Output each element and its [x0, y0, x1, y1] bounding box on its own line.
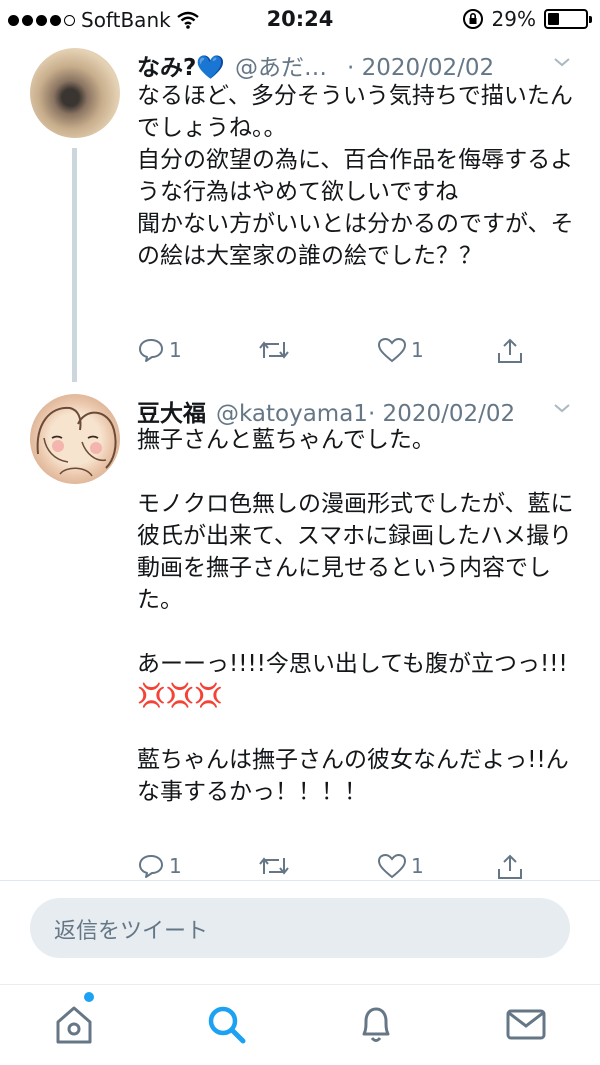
- author-name[interactable]: なみ?💙: [137, 48, 225, 82]
- reply-count: 1: [169, 338, 182, 362]
- reply-icon: [139, 339, 163, 362]
- reply-icon: [139, 855, 163, 878]
- tweet-header: なみ?💙 @あだ… · 2020/02/02: [137, 48, 494, 82]
- divider: [0, 880, 600, 881]
- tweet-2[interactable]: 豆大福 @katoyama1 · 2020/02/02 撫子さんと藍ちゃんでした…: [0, 382, 600, 880]
- avatar-illustration: [36, 406, 117, 477]
- tweet-header: 豆大福 @katoyama1 · 2020/02/02: [137, 394, 515, 428]
- notifications-icon[interactable]: [352, 1000, 400, 1048]
- reply-count: 1: [169, 854, 182, 878]
- retweet-icon: [259, 857, 289, 875]
- retweet-button[interactable]: [257, 852, 291, 880]
- retweet-button[interactable]: [257, 336, 291, 364]
- share-button[interactable]: [495, 852, 525, 882]
- reply-input[interactable]: 返信をツイート: [30, 898, 570, 958]
- chevron-down-icon[interactable]: [552, 398, 572, 418]
- share-button[interactable]: [495, 336, 525, 366]
- tweet-1[interactable]: なみ?💙 @あだ… · 2020/02/02 なるほど、多分そういう気持ちで描い…: [0, 0, 600, 382]
- tweet-date[interactable]: · 2020/02/02: [347, 55, 494, 81]
- avatar[interactable]: [30, 394, 120, 484]
- reply-button[interactable]: 1: [137, 852, 182, 880]
- tweet-actions: 1 1: [137, 336, 537, 368]
- search-icon[interactable]: [202, 1000, 250, 1048]
- retweet-icon: [259, 341, 289, 359]
- like-count: 1: [411, 338, 424, 362]
- home-icon[interactable]: [50, 1000, 98, 1048]
- heart-icon: [377, 337, 407, 363]
- author-name[interactable]: 豆大福: [137, 394, 206, 428]
- heart-icon: [377, 853, 407, 879]
- reply-placeholder: 返信をツイート: [54, 919, 209, 944]
- new-content-indicator: [84, 992, 94, 1002]
- share-icon: [498, 338, 522, 363]
- like-count: 1: [411, 854, 424, 878]
- tweet-text: 撫子さんと藍ちゃんでした。 モノクロ色無しの漫画形式でしたが、藍に彼氏が出来て、…: [137, 427, 574, 805]
- author-handle[interactable]: @あだ…: [235, 48, 327, 82]
- messages-icon[interactable]: [502, 1000, 550, 1048]
- share-icon: [498, 854, 522, 879]
- thread-connector: [72, 148, 77, 382]
- reply-button[interactable]: 1: [137, 336, 182, 364]
- tweet-text: なるほど、多分そういう気持ちで描いたんでしょうね。。 自分の欲望の為に、百合作品…: [137, 83, 574, 269]
- like-button[interactable]: 1: [377, 852, 424, 880]
- like-button[interactable]: 1: [377, 336, 424, 364]
- chevron-down-icon[interactable]: [552, 52, 572, 72]
- avatar[interactable]: [30, 48, 120, 138]
